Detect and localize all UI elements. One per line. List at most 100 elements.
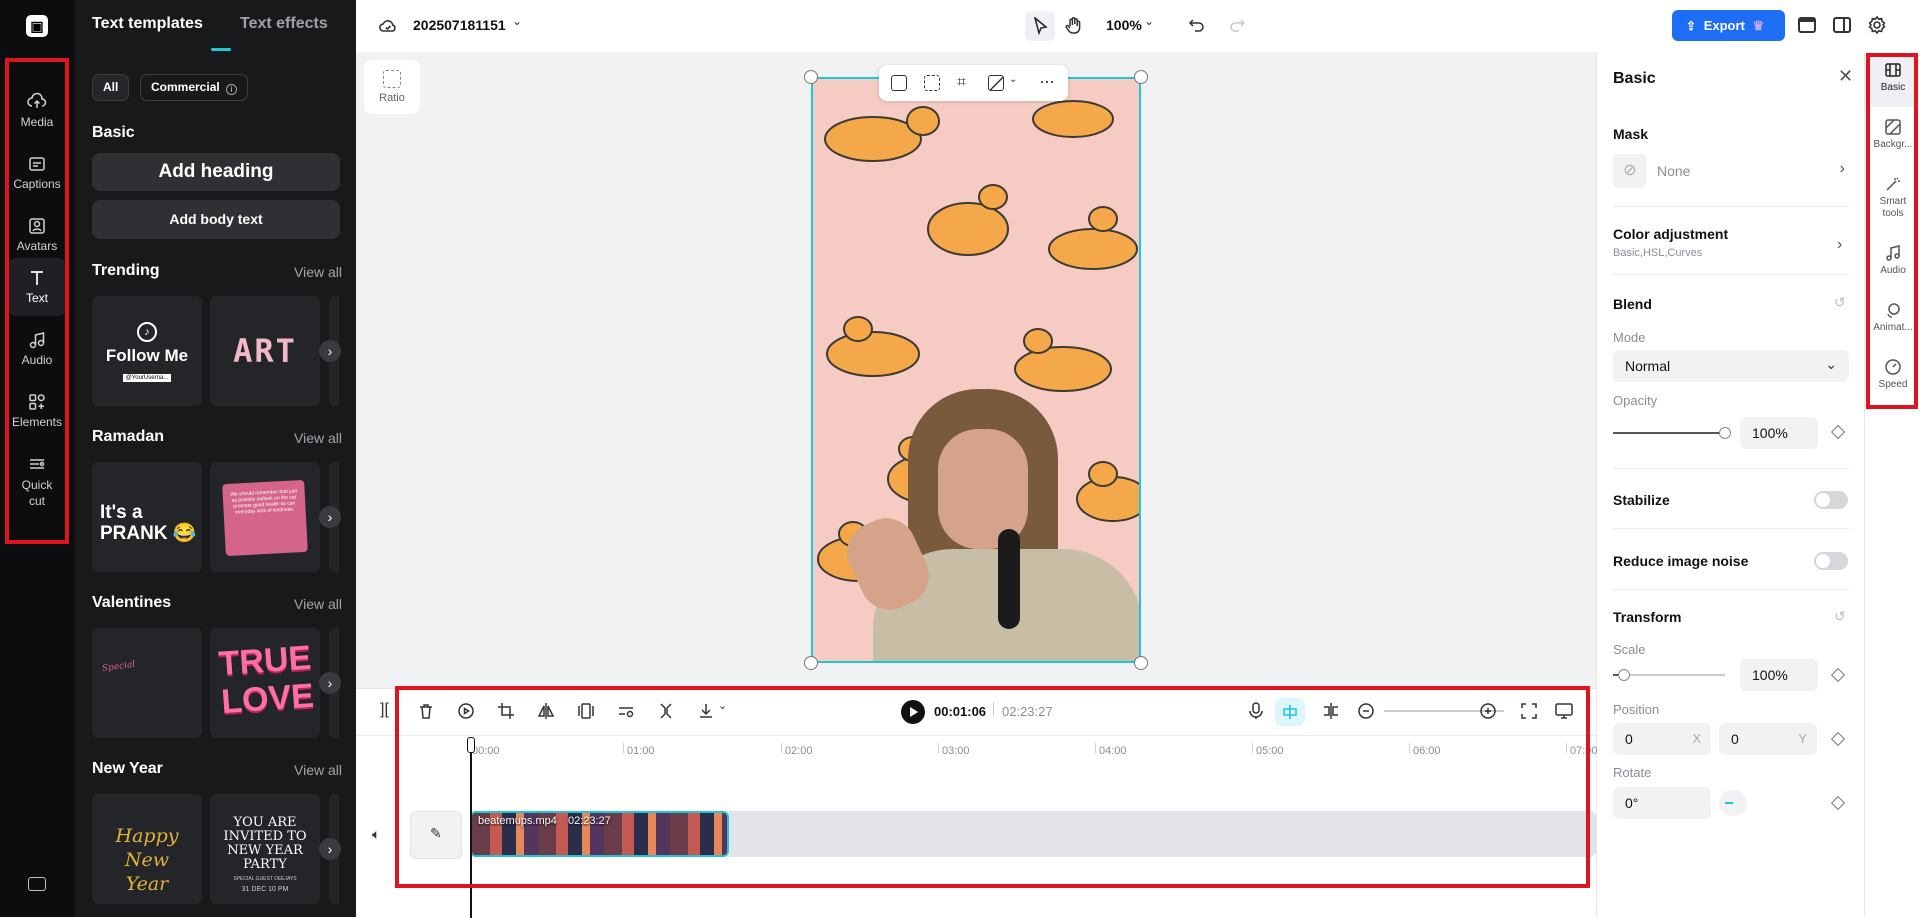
keyframe-icon[interactable] <box>1830 731 1846 747</box>
filter-commercial-chip[interactable]: Commercial i <box>140 74 249 101</box>
resize-handle-tl[interactable] <box>804 70 818 84</box>
rail-item-speed[interactable]: Speed <box>1869 352 1917 404</box>
sidebar-item-text[interactable]: Text <box>8 258 66 316</box>
trim-icon[interactable] <box>656 701 676 721</box>
new-year-view-all-link[interactable]: View all <box>294 762 342 778</box>
valentines-view-all-link[interactable]: View all <box>294 596 342 612</box>
position-y-input[interactable]: 0 Y <box>1719 723 1817 755</box>
opacity-slider[interactable] <box>1613 427 1731 439</box>
more-options-icon[interactable]: ··· <box>1039 71 1055 92</box>
flip-icon[interactable] <box>536 701 556 721</box>
split-clip-icon[interactable] <box>1321 701 1341 721</box>
mask-selector[interactable]: ⊘ None › <box>1613 152 1849 190</box>
tab-text-templates[interactable]: Text templates <box>92 15 203 33</box>
chevron-down-icon[interactable]: ⌄ <box>1009 74 1017 85</box>
trending-view-all-link[interactable]: View all <box>294 264 342 280</box>
project-name[interactable]: 202507181151 <box>413 17 506 33</box>
filter-all-chip[interactable]: All <box>92 74 130 101</box>
crop-icon[interactable] <box>496 701 516 721</box>
chevron-down-icon[interactable]: ⌄ <box>718 699 727 712</box>
template-thumb-prank[interactable]: It's a PRANK 😂 <box>92 462 202 572</box>
loop-play-icon[interactable] <box>456 701 476 721</box>
keyframe-icon[interactable] <box>1830 667 1846 683</box>
select-tool-button[interactable] <box>1025 11 1055 41</box>
delete-trash-icon[interactable] <box>416 701 436 721</box>
color-adjustment-label[interactable]: Color adjustment <box>1613 226 1728 242</box>
template-thumb-new-year-party[interactable]: YOU ARE INVITED TO NEW YEAR PARTY SPECIA… <box>210 794 320 904</box>
sidebar-item-avatars[interactable]: Avatars <box>8 206 66 264</box>
template-thumb-special[interactable]: Special <box>92 628 202 738</box>
chevron-down-icon[interactable]: ⌄ <box>512 14 522 28</box>
scale-input[interactable]: 100% <box>1740 659 1818 691</box>
cloud-sync-icon[interactable] <box>378 16 398 36</box>
speed-curve-icon[interactable] <box>616 701 636 721</box>
slider-thumb[interactable] <box>1618 669 1631 681</box>
scale-slider[interactable] <box>1613 669 1725 681</box>
track-volume-icon[interactable]: 🔈︎ <box>372 826 380 843</box>
new-year-next-arrow[interactable]: › <box>319 838 341 860</box>
blend-mode-select[interactable]: Normal ⌄ <box>1613 350 1849 382</box>
template-thumb-true-love[interactable]: TRUE LOVE <box>210 628 320 738</box>
zoom-level[interactable]: 100% <box>1106 17 1142 33</box>
zoom-in-icon[interactable] <box>1478 701 1498 721</box>
download-icon[interactable] <box>696 701 716 721</box>
redo-icon[interactable] <box>1228 16 1246 34</box>
valentines-next-arrow[interactable]: › <box>319 672 341 694</box>
rail-item-basic[interactable]: Basic <box>1869 55 1917 107</box>
rail-item-audio[interactable]: Audio <box>1869 238 1917 290</box>
chevron-right-icon[interactable]: › <box>1837 236 1842 254</box>
export-button[interactable]: ⇪ Export ♛ <box>1672 10 1785 41</box>
crop-icon[interactable]: ⌗ <box>957 74 966 92</box>
zoom-out-icon[interactable] <box>1356 701 1376 721</box>
sidebar-item-audio[interactable]: Audio <box>8 320 66 378</box>
microphone-icon[interactable] <box>1246 701 1266 721</box>
video-frame[interactable] <box>811 77 1141 663</box>
ramadan-next-arrow[interactable]: › <box>319 506 341 528</box>
stabilize-toggle[interactable] <box>1814 491 1848 509</box>
resize-handle-br[interactable] <box>1134 656 1148 670</box>
position-x-input[interactable]: 0 X <box>1613 723 1711 755</box>
play-button[interactable] <box>901 700 925 724</box>
rail-item-animation[interactable]: Animat... <box>1869 295 1917 347</box>
preview-monitor-icon[interactable] <box>1554 701 1574 721</box>
undo-icon[interactable] <box>1188 16 1206 34</box>
keyframe-icon[interactable] <box>1830 795 1846 811</box>
remove-background-icon[interactable] <box>988 75 1004 91</box>
resize-handle-bl[interactable] <box>804 656 818 670</box>
layout-panels-icon[interactable] <box>1833 17 1851 33</box>
ramadan-view-all-link[interactable]: View all <box>294 430 342 446</box>
rotate-dial[interactable] <box>1719 790 1747 816</box>
rotate-input[interactable]: 0° <box>1613 787 1711 819</box>
slider-thumb[interactable] <box>1719 427 1731 439</box>
track-cover-edit-button[interactable]: ✎ <box>410 811 462 859</box>
reset-icon[interactable]: ↺ <box>1834 294 1846 311</box>
video-clip[interactable]: beatemups.mp4 02:23:27 <box>470 811 729 857</box>
sidebar-item-captions[interactable]: Captions <box>8 144 66 202</box>
hand-tool-icon[interactable] <box>1064 15 1084 35</box>
reduce-noise-toggle[interactable] <box>1814 552 1848 570</box>
app-logo-icon[interactable]: ▣ <box>26 15 48 37</box>
rail-item-background[interactable]: Backgr... <box>1869 112 1917 164</box>
stack-layers-icon[interactable] <box>1798 17 1816 33</box>
resize-handle-tr[interactable] <box>1134 70 1148 84</box>
ratio-button[interactable]: Ratio <box>364 60 420 114</box>
rail-item-smart-tools[interactable]: Smart tools <box>1869 169 1917 229</box>
close-icon[interactable]: ✕ <box>1838 66 1853 87</box>
split-handle-icon[interactable]: ][ <box>380 701 400 721</box>
sidebar-item-elements[interactable]: Elements <box>8 382 66 440</box>
template-thumb-happy-new-year[interactable]: Happy New Year <box>92 794 202 904</box>
fit-timeline-icon[interactable] <box>1519 701 1539 721</box>
freeze-frame-icon[interactable] <box>576 701 596 721</box>
auto-snap-toggle[interactable] <box>1275 698 1305 726</box>
trending-next-arrow[interactable]: › <box>319 340 341 362</box>
playhead[interactable] <box>467 737 475 918</box>
settings-gear-icon[interactable] <box>1867 15 1887 35</box>
template-thumb-quote[interactable]: We should remember that just as positive… <box>210 462 320 572</box>
cutout-icon[interactable] <box>924 75 940 91</box>
chevron-down-icon[interactable]: ⌄ <box>1144 14 1154 28</box>
template-thumb-art[interactable]: ART <box>210 296 320 406</box>
opacity-input[interactable]: 100% <box>1740 417 1818 449</box>
replace-media-icon[interactable] <box>891 75 907 91</box>
add-body-text-button[interactable]: Add body text <box>92 200 340 239</box>
keyboard-shortcuts-icon[interactable] <box>28 877 46 891</box>
